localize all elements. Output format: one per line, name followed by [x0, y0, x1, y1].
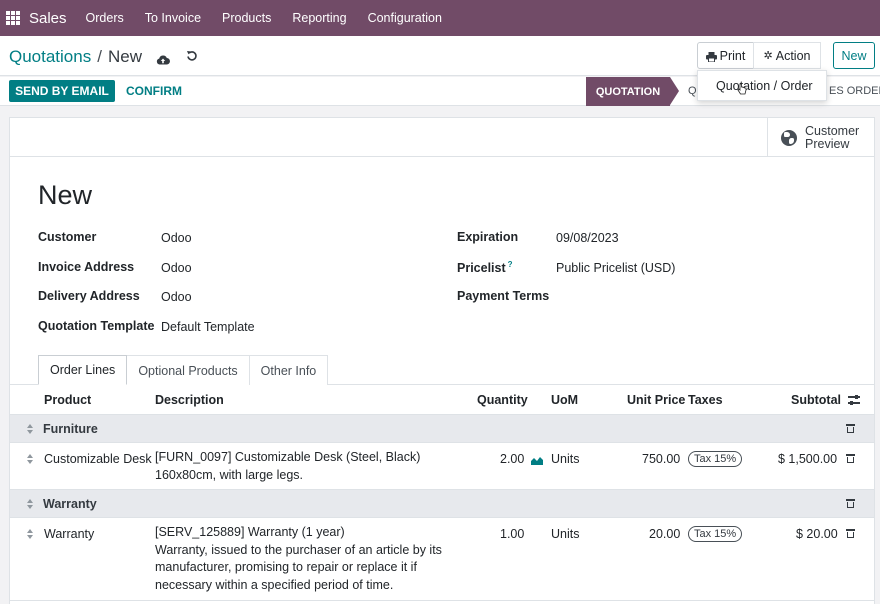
notebook-tabs: Order Lines Optional Products Other Info	[38, 355, 329, 385]
menu-products[interactable]: Products	[222, 11, 271, 25]
section-name: Furniture	[43, 422, 98, 436]
column-header-subtotal[interactable]: Subtotal	[791, 393, 841, 407]
payment-terms-label: Payment Terms	[457, 289, 550, 303]
line-subtotal: $ 1,500.00	[778, 452, 838, 466]
trash-icon[interactable]	[846, 424, 855, 434]
button-box: Customer Preview	[10, 118, 874, 157]
drag-handle-icon[interactable]	[27, 424, 35, 434]
trash-icon[interactable]	[846, 499, 855, 509]
action-label: Action	[775, 48, 811, 63]
drag-handle-icon[interactable]	[27, 499, 35, 509]
printer-icon	[705, 51, 717, 62]
form-sheet: Customer Preview New Customer Odoo Invoi…	[9, 117, 875, 604]
expiration-label: Expiration	[457, 230, 519, 244]
menu-orders[interactable]: Orders	[86, 11, 124, 25]
column-header-description[interactable]: Description	[155, 393, 224, 407]
optional-columns-icon[interactable]	[848, 395, 860, 405]
line-description[interactable]: [FURN_0097] Customizable Desk (Steel, Bl…	[155, 449, 420, 484]
tab-order-lines[interactable]: Order Lines	[38, 355, 128, 385]
stage-arrow	[670, 77, 679, 105]
customer-preview-button[interactable]: Customer Preview	[767, 118, 874, 157]
row-divider	[10, 600, 874, 601]
print-button[interactable]: Print	[697, 42, 754, 69]
breadcrumb-current: New	[107, 47, 142, 66]
line-uom[interactable]: Units	[551, 527, 579, 541]
trash-icon[interactable]	[846, 454, 855, 464]
help-tooltip-icon[interactable]: ?	[508, 260, 513, 269]
stage-quotation[interactable]: QUOTATION	[586, 77, 670, 106]
menu-to-invoice[interactable]: To Invoice	[145, 11, 201, 25]
column-header-taxes[interactable]: Taxes	[688, 393, 723, 407]
customer-field[interactable]: Odoo	[161, 231, 192, 245]
drag-handle-icon[interactable]	[27, 454, 35, 464]
line-quantity[interactable]: 2.00	[500, 452, 524, 466]
stage-quotation-sent[interactable]: Q	[688, 85, 697, 97]
description-line: manufacturer, promising to repair or rep…	[155, 560, 417, 574]
print-dropdown-menu: Quotation / Order	[697, 70, 827, 101]
description-line: [SERV_125889] Warranty (1 year)	[155, 525, 345, 539]
preview-label-line2: Preview	[805, 136, 850, 151]
drag-handle-icon[interactable]	[27, 529, 35, 539]
expiration-field[interactable]: 09/08/2023	[556, 231, 619, 245]
tab-optional-products[interactable]: Optional Products	[126, 355, 250, 385]
tax-badge[interactable]: Tax 15%	[688, 451, 743, 467]
description-line: necessary within a specified period of t…	[155, 577, 394, 592]
quotation-template-field[interactable]: Default Template	[161, 320, 255, 334]
menu-reporting[interactable]: Reporting	[292, 11, 346, 25]
confirm-button[interactable]: CONFIRM	[126, 80, 182, 102]
tab-other-info[interactable]: Other Info	[248, 355, 329, 385]
app-name[interactable]: Sales	[29, 10, 67, 27]
tax-badge[interactable]: Tax 15%	[688, 526, 743, 542]
action-button[interactable]: ✲ Action	[753, 42, 821, 69]
line-uom[interactable]: Units	[551, 452, 579, 466]
discard-icon[interactable]	[186, 49, 198, 66]
line-subtotal: $ 20.00	[796, 527, 838, 541]
section-name: Warranty	[43, 497, 97, 511]
dropdown-item-quotation-order[interactable]: Quotation / Order	[716, 79, 813, 93]
menu-configuration[interactable]: Configuration	[368, 11, 442, 25]
print-label: Print	[719, 48, 746, 63]
pricelist-label: Pricelist	[457, 261, 506, 276]
line-unit-price[interactable]: 750.00	[642, 452, 680, 466]
trash-icon[interactable]	[846, 529, 855, 539]
customer-label: Customer	[38, 230, 97, 244]
top-navbar: Sales Orders To Invoice Products Reporti…	[0, 0, 880, 36]
line-unit-price[interactable]: 20.00	[649, 527, 680, 541]
section-row-furniture[interactable]: Furniture	[10, 414, 874, 443]
main-menu: Orders To Invoice Products Reporting Con…	[86, 11, 463, 25]
delivery-address-field[interactable]: Odoo	[161, 290, 192, 304]
cloud-upload-icon[interactable]	[156, 51, 170, 65]
breadcrumb-separator: /	[97, 47, 102, 66]
gear-icon: ✲	[763, 50, 773, 62]
description-line: 160x80cm, with large legs.	[155, 467, 303, 482]
document-title: New	[38, 180, 93, 210]
pricelist-field[interactable]: Public Pricelist (USD)	[556, 261, 675, 275]
description-line: Warranty, issued to the purchaser of an …	[155, 542, 442, 557]
pointer-cursor-icon	[737, 83, 747, 95]
send-by-email-button[interactable]: SEND BY EMAIL	[9, 80, 115, 102]
preview-label-line1: Customer	[805, 123, 860, 138]
invoice-address-label: Invoice Address	[38, 260, 135, 274]
new-button[interactable]: New	[833, 42, 875, 69]
line-description[interactable]: [SERV_125889] Warranty (1 year) Warranty…	[155, 524, 442, 594]
breadcrumb-quotations[interactable]: Quotations	[9, 47, 91, 67]
line-product[interactable]: Warranty	[44, 527, 94, 541]
line-product[interactable]: Customizable Desk	[44, 452, 152, 466]
column-header-quantity[interactable]: Quantity	[477, 393, 528, 407]
apps-menu-icon[interactable]	[6, 11, 20, 25]
area-chart-icon[interactable]	[531, 454, 543, 465]
section-row-warranty[interactable]: Warranty	[10, 489, 874, 518]
stage-sales-order[interactable]: ES ORDER	[829, 85, 880, 97]
column-header-product[interactable]: Product	[44, 393, 91, 407]
delivery-address-label: Delivery Address	[38, 289, 140, 303]
description-line: [FURN_0097] Customizable Desk (Steel, Bl…	[155, 450, 421, 464]
line-quantity[interactable]: 1.00	[500, 527, 524, 541]
invoice-address-field[interactable]: Odoo	[161, 261, 192, 275]
quotation-template-label: Quotation Template	[38, 319, 155, 333]
column-header-unit-price[interactable]: Unit Price	[627, 393, 685, 407]
breadcrumb: Quotations / New	[9, 47, 198, 67]
globe-icon	[781, 129, 797, 146]
column-header-uom[interactable]: UoM	[551, 393, 578, 407]
